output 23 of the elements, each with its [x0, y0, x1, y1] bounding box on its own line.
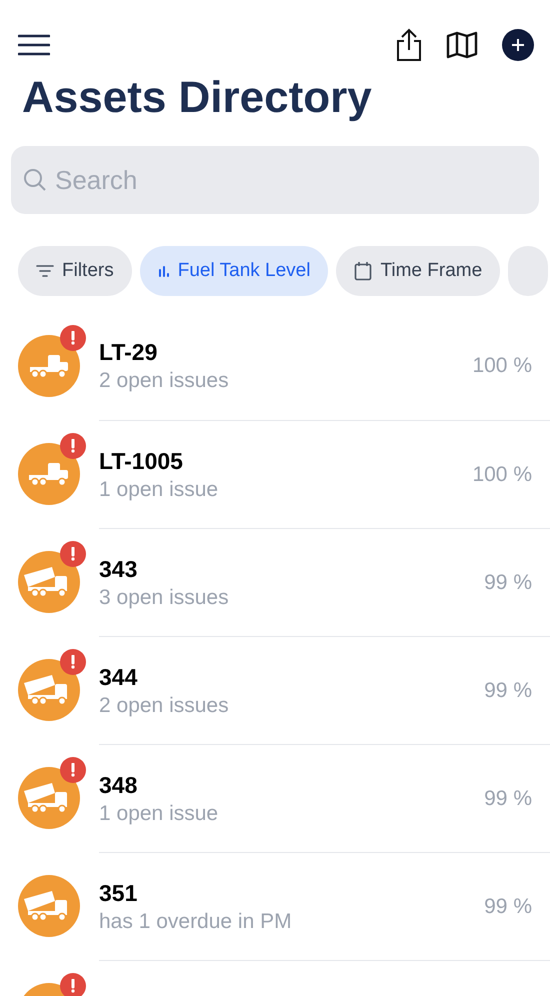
search-field[interactable]: Search: [11, 146, 539, 214]
asset-name: 344: [99, 662, 138, 690]
filter-chip[interactable]: Filters: [18, 246, 132, 296]
fuel-level: 99 %: [484, 894, 532, 920]
asset-status: 2 open issues: [99, 692, 229, 718]
filter-chip[interactable]: Fuel Tank Level: [140, 246, 328, 296]
filter-chip[interactable]: Time Frame: [336, 246, 500, 296]
fuel-level: 100 %: [472, 353, 532, 380]
asset-status: 1 open issue: [99, 476, 218, 502]
asset-name: LT-1005: [99, 446, 183, 474]
asset-name: 348: [99, 770, 138, 798]
asset-name: 343: [99, 554, 138, 582]
page-title: Assets Directory: [22, 72, 372, 124]
asset-status: 1 open issue: [99, 800, 218, 826]
fuel-level: 99 %: [484, 570, 532, 596]
asset-status: 3 open issues: [99, 584, 229, 610]
fuel-level: 100 %: [472, 462, 532, 488]
asset-name: LT-29: [99, 338, 158, 366]
fuel-level: 99 %: [484, 786, 532, 812]
fuel-level: 99 %: [484, 678, 532, 704]
asset-status: 2 open issues: [99, 368, 229, 394]
asset-status: has 1 overdue in PM: [99, 908, 292, 934]
asset-name: 351: [99, 878, 138, 906]
